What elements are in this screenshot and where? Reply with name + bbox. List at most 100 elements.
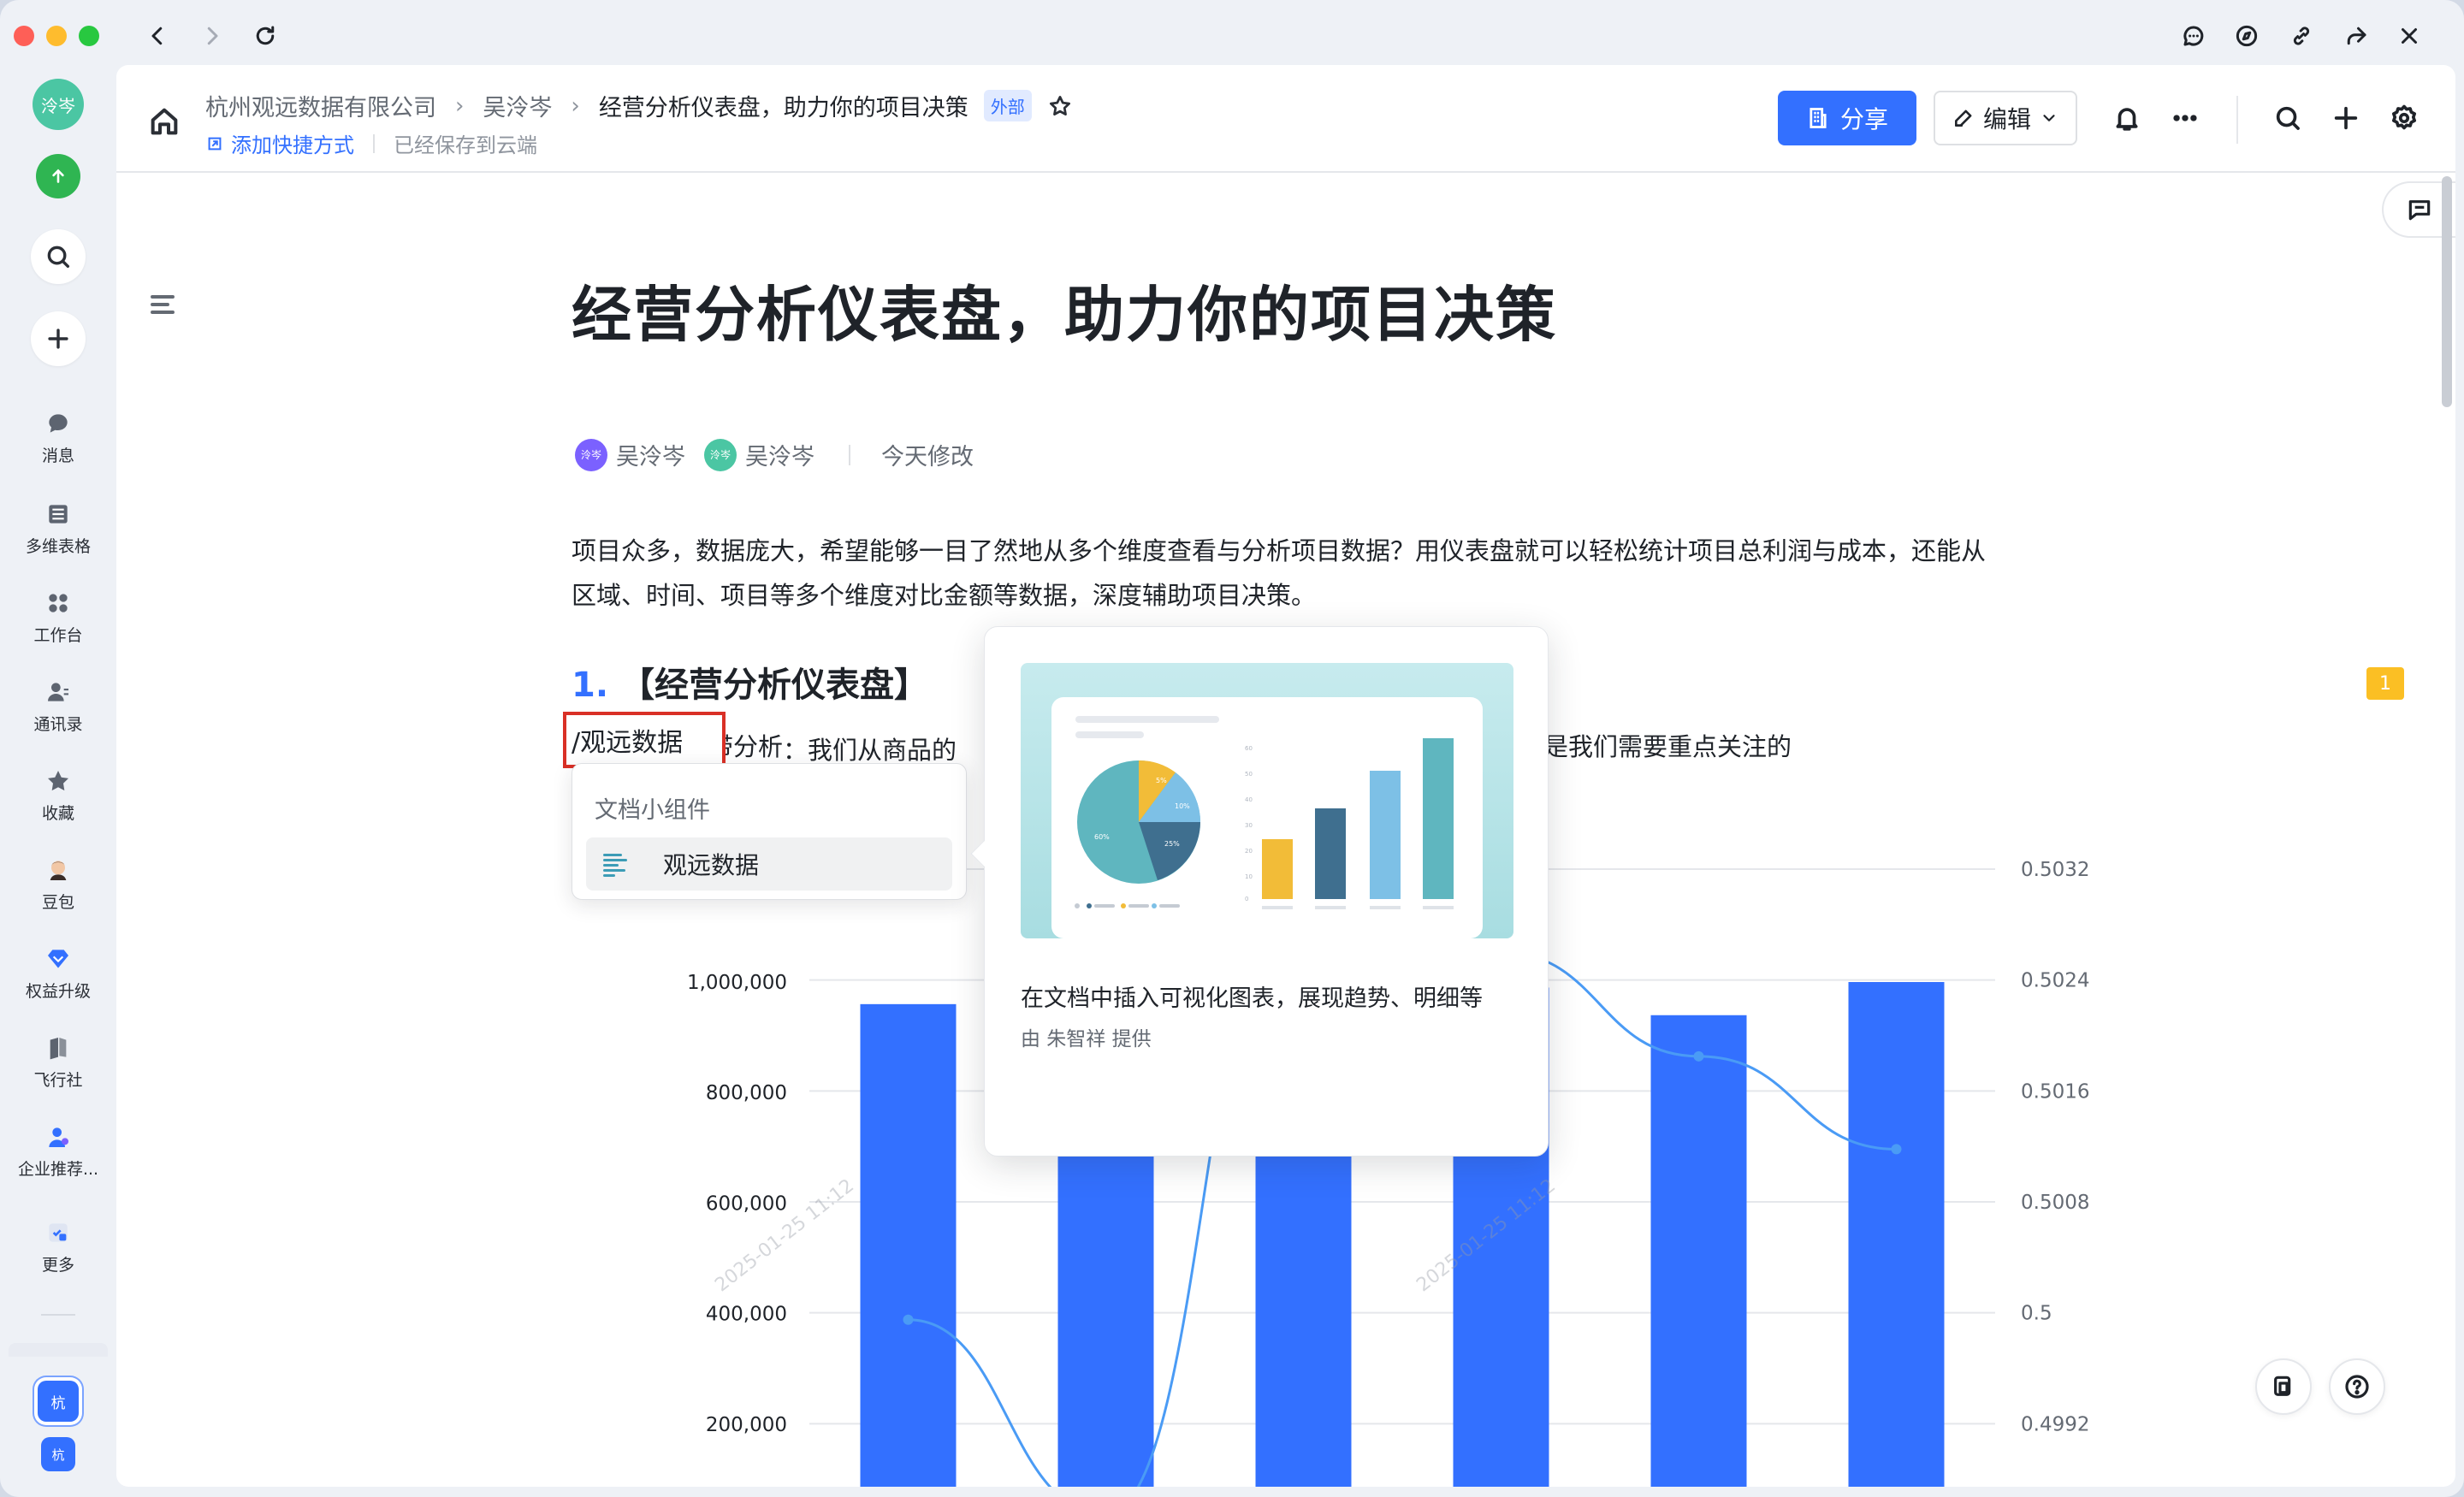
heading-text: 【经营分析仪表盘】 — [620, 666, 929, 705]
message-icon — [44, 409, 73, 438]
link-icon[interactable] — [2284, 19, 2319, 53]
rail-item-workplace[interactable]: 工作台 — [0, 589, 116, 646]
org-switch-active[interactable]: 杭 — [38, 1381, 79, 1422]
close-tab-icon[interactable] — [2392, 19, 2426, 53]
menu-item-guanyuan[interactable]: 观远数据 — [586, 837, 952, 891]
rail-item-favorites[interactable]: 收藏 — [0, 766, 116, 824]
scrollbar[interactable] — [2442, 176, 2452, 407]
forward-share-icon[interactable] — [2339, 19, 2373, 53]
close-window-button[interactable] — [14, 26, 34, 46]
contacts-icon — [44, 677, 73, 707]
widget-provider: 由 朱智祥 提供 — [1021, 1028, 1152, 1050]
copy-doc-icon[interactable] — [2255, 1358, 2312, 1415]
book-icon — [44, 1033, 73, 1062]
subline-divider — [373, 133, 375, 153]
add-shortcut-link[interactable]: 添加快捷方式 — [205, 128, 354, 158]
search-icon[interactable] — [2271, 101, 2305, 135]
doc-panel: 杭州观远数据有限公司 › 吴泠岑 › 经营分析仪表盘，助力你的项目决策 外部 添… — [116, 65, 2455, 1487]
bell-icon[interactable] — [2110, 101, 2144, 135]
share-button[interactable]: 分享 — [1778, 91, 1916, 145]
svg-text:60: 60 — [1245, 745, 1253, 752]
header-divider — [2236, 96, 2238, 144]
doc-title[interactable]: 经营分析仪表盘，助力你的项目决策 — [572, 267, 1557, 353]
slash-command-input[interactable]: /观远数据 — [563, 712, 726, 768]
search-icon[interactable] — [31, 229, 86, 284]
svg-text:10: 10 — [1245, 873, 1253, 880]
rail-item-doubao[interactable]: 豆包 — [0, 855, 116, 913]
comment-count-badge[interactable]: 1 — [2366, 667, 2404, 700]
author-name[interactable]: 吴泠岑 — [616, 438, 685, 471]
doc-subline: 添加快捷方式 已经保存到云端 — [205, 128, 537, 158]
author-name[interactable]: 吴泠岑 — [745, 438, 814, 471]
zoom-window-button[interactable] — [79, 26, 99, 46]
rail-item-recommend[interactable]: 企业推荐... — [0, 1122, 116, 1180]
workplace-icon — [44, 589, 73, 618]
svg-text:50: 50 — [1245, 771, 1253, 778]
svg-text:20: 20 — [1245, 848, 1253, 855]
rail-item-more[interactable]: 更多 — [0, 1218, 116, 1275]
y-left-tick-label: 1,000,000 — [687, 972, 787, 994]
rail-item-messages[interactable]: 消息 — [0, 409, 116, 466]
author-avatar[interactable]: 泠岑 — [575, 438, 607, 471]
pencil-icon — [1955, 109, 1972, 127]
menu-item-label: 观远数据 — [663, 851, 760, 879]
y-right-tick-label: 0.4992 — [2021, 1413, 2089, 1435]
minimize-window-button[interactable] — [46, 26, 67, 46]
base-table-icon — [44, 500, 73, 529]
widget-description: 在文档中插入可视化图表，展现趋势、明细等 — [1021, 985, 1483, 1012]
breadcrumb-org[interactable]: 杭州观远数据有限公司 — [205, 89, 436, 122]
rail-label: 通讯录 — [33, 715, 83, 734]
heading-number: 1. — [572, 666, 609, 705]
rail-org-shelf — [9, 1343, 108, 1357]
rail-label: 飞行社 — [33, 1071, 83, 1090]
rail-label: 收藏 — [41, 804, 74, 823]
slash-command-menu: 文档小组件 观远数据 — [572, 763, 967, 900]
rail-divider — [41, 1314, 75, 1316]
chart-bar — [860, 1003, 957, 1487]
outline-menu-icon[interactable] — [147, 289, 178, 320]
user-avatar[interactable]: 泠岑 — [33, 79, 84, 130]
svg-text:0: 0 — [1245, 896, 1248, 902]
chart-widget-icon — [603, 854, 627, 877]
more-icon[interactable] — [2168, 101, 2202, 135]
more-apps-icon — [44, 1218, 73, 1247]
chevron-right-icon: › — [571, 92, 580, 119]
rail-item-flight-club[interactable]: 飞行社 — [0, 1033, 116, 1091]
chat-icon[interactable] — [2177, 19, 2211, 53]
edit-mode-button[interactable]: 编辑 — [1934, 91, 2077, 145]
svg-text:30: 30 — [1245, 822, 1253, 829]
shortcut-icon — [208, 137, 222, 150]
add-icon[interactable] — [2329, 101, 2363, 135]
compass-icon[interactable] — [2230, 19, 2264, 53]
section-heading[interactable]: 1. 【经营分析仪表盘】 — [572, 657, 928, 707]
svg-text:10%: 10% — [1175, 802, 1190, 810]
bullet-text-tail: 是我们需要重点关注的 — [1543, 732, 1792, 761]
meta-divider — [849, 444, 850, 465]
y-right-tick-label: 0.5 — [2021, 1303, 2052, 1325]
home-icon[interactable] — [147, 104, 181, 139]
org-switch[interactable]: 杭 — [41, 1437, 75, 1471]
save-status: 已经保存到云端 — [394, 133, 537, 157]
breadcrumb-owner[interactable]: 吴泠岑 — [483, 89, 552, 122]
forward-button[interactable] — [195, 19, 229, 53]
reload-button[interactable] — [248, 19, 282, 53]
external-tag: 外部 — [983, 90, 1032, 121]
y-right-tick-label: 0.5032 — [2021, 859, 2089, 881]
help-icon[interactable] — [2329, 1358, 2385, 1415]
user-recommend-icon — [44, 1122, 73, 1151]
upgrade-icon[interactable] — [36, 154, 80, 198]
author-avatar[interactable]: 泠岑 — [704, 438, 737, 471]
rail-item-contacts[interactable]: 通讯录 — [0, 677, 116, 735]
intro-paragraph[interactable]: 项目众多，数据庞大，希望能够一目了然地从多个维度查看与分析项目数据？用仪表盘就可… — [572, 529, 2009, 618]
star-icon — [44, 766, 73, 796]
add-icon[interactable] — [31, 311, 86, 366]
menu-group-title: 文档小组件 — [595, 797, 710, 824]
y-left-tick-label: 800,000 — [706, 1082, 787, 1104]
y-right-tick-label: 0.5016 — [2021, 1080, 2089, 1103]
rail-item-upgrade[interactable]: 权益升级 — [0, 944, 116, 1002]
breadcrumb: 杭州观远数据有限公司 › 吴泠岑 › 经营分析仪表盘，助力你的项目决策 外部 — [205, 89, 1073, 122]
star-icon[interactable] — [1047, 93, 1073, 119]
settings-gear-icon[interactable] — [2387, 101, 2421, 135]
back-button[interactable] — [140, 19, 175, 53]
rail-item-base[interactable]: 多维表格 — [0, 500, 116, 557]
